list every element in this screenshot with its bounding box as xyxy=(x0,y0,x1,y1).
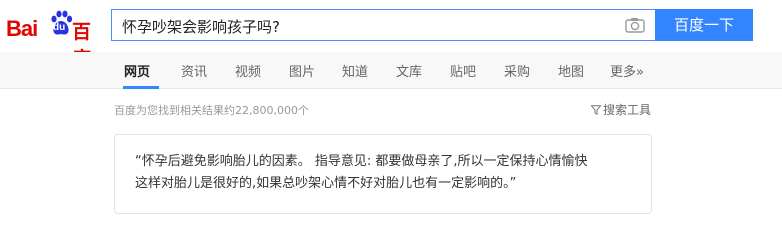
logo-du-text: du xyxy=(53,22,66,33)
tab-map[interactable]: 地图 xyxy=(558,61,584,80)
header: Bai du 百度 百度一下 xyxy=(0,0,782,70)
tab-wenku[interactable]: 文库 xyxy=(396,61,422,80)
tab-more[interactable]: 更多» xyxy=(610,61,644,80)
search-box xyxy=(111,9,655,41)
camera-icon[interactable] xyxy=(625,17,645,33)
tab-shopping[interactable]: 采购 xyxy=(504,61,530,80)
active-tab-indicator xyxy=(123,86,159,89)
answer-text: “怀孕后避免影响胎儿的因素。 指导意见: 都要做母亲了,所以一定保持心情愉快 这… xyxy=(135,151,635,195)
filter-icon xyxy=(591,105,601,115)
tab-video[interactable]: 视频 xyxy=(235,61,261,80)
tab-news[interactable]: 资讯 xyxy=(181,61,207,80)
tab-web[interactable]: 网页 xyxy=(124,61,150,80)
tab-zhidao[interactable]: 知道 xyxy=(342,61,368,80)
answer-card: “怀孕后避免影响胎儿的因素。 指导意见: 都要做母亲了,所以一定保持心情愉快 这… xyxy=(114,134,652,214)
tab-tieba[interactable]: 贴吧 xyxy=(450,61,476,80)
search-tools-button[interactable]: 搜索工具 xyxy=(591,101,651,118)
answer-line-1: “怀孕后避免影响胎儿的因素。 指导意见: 都要做母亲了,所以一定保持心情愉快 xyxy=(135,154,588,169)
search-tools-label: 搜索工具 xyxy=(603,103,652,117)
answer-line-2: 这样对胎儿是很好的,如果总吵架心情不好对胎儿也有一定影响的。” xyxy=(135,176,517,191)
baidu-logo[interactable]: Bai du 百度 xyxy=(6,6,106,70)
search-button[interactable]: 百度一下 xyxy=(655,9,753,41)
search-tabs: 网页 资讯 视频 图片 知道 文库 贴吧 采购 地图 更多» xyxy=(0,52,782,89)
search-input[interactable] xyxy=(122,16,602,36)
result-count: 百度为您找到相关结果约22,800,000个 xyxy=(114,104,309,117)
logo-bai-text: Bai xyxy=(6,16,38,41)
tab-images[interactable]: 图片 xyxy=(289,61,315,80)
